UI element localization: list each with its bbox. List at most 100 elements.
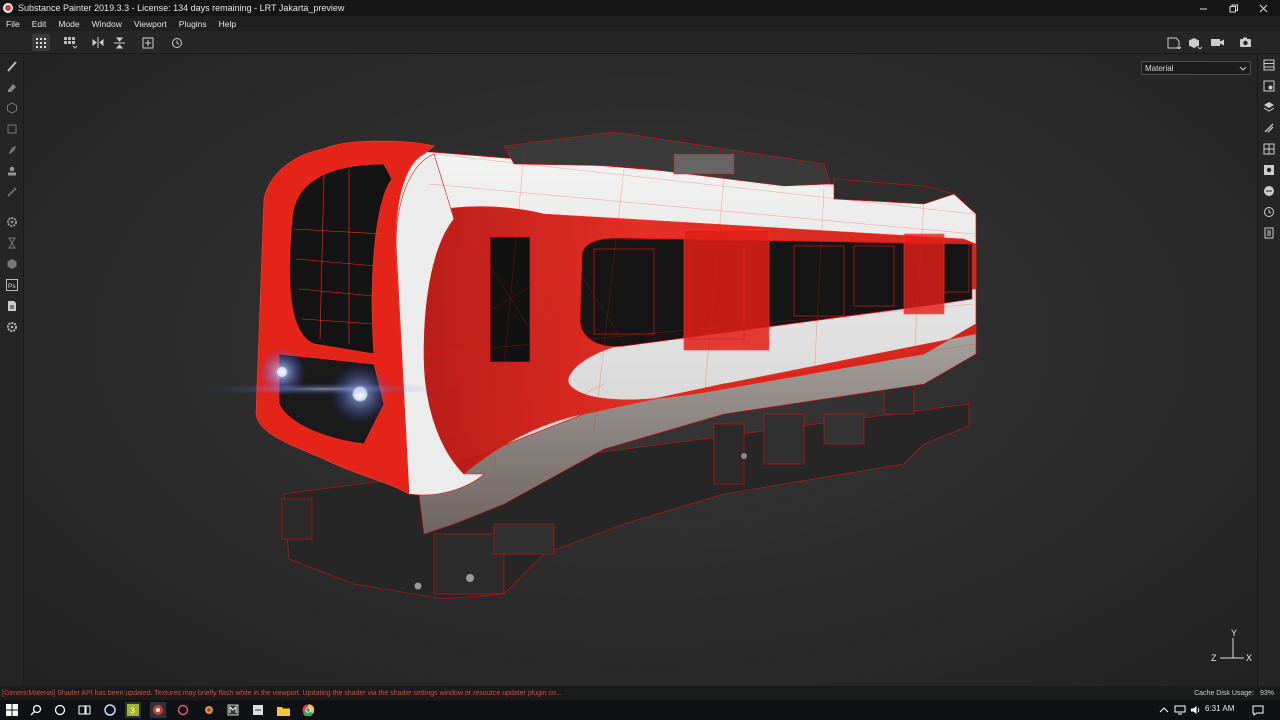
add-frame-icon (142, 37, 154, 48)
display-grid-icon (1263, 143, 1275, 155)
photoshop-export-button[interactable]: Ps (5, 278, 19, 292)
projection-tool[interactable] (5, 101, 19, 115)
smudge-icon (9, 146, 16, 154)
restore-button[interactable] (1218, 0, 1248, 16)
tray-volume[interactable] (1188, 702, 1204, 718)
history-button[interactable] (168, 34, 186, 51)
texture-set-list-button[interactable] (1262, 58, 1276, 72)
properties-button[interactable] (1262, 121, 1276, 135)
close-button[interactable] (1248, 0, 1278, 16)
chrome-icon (302, 704, 314, 716)
file-explorer-app[interactable] (275, 702, 291, 718)
geometry-mask-icon (7, 124, 17, 134)
viewer-settings-button[interactable] (1262, 163, 1276, 177)
substance-painter-window: Substance Painter 2019.3.3 - License: 13… (0, 0, 1280, 720)
screenshot-icon (1239, 37, 1251, 47)
blender-icon (104, 704, 116, 716)
eraser-tool[interactable] (5, 80, 19, 94)
search-button[interactable] (28, 702, 44, 718)
settings-icon (7, 217, 17, 227)
export-document-button[interactable] (5, 299, 19, 313)
minimize-button[interactable] (1188, 0, 1218, 16)
close-icon (1259, 4, 1267, 12)
polygon-fill-tool[interactable] (5, 257, 19, 271)
export-document-icon (8, 301, 16, 311)
screenshot-button[interactable] (1236, 34, 1254, 51)
eraser-icon (8, 84, 16, 92)
menu-plugins[interactable]: Plugins (173, 19, 213, 29)
blender-alt-app[interactable] (200, 702, 216, 718)
chevron-down-icon (1239, 66, 1247, 71)
shelf-button[interactable] (1262, 184, 1276, 198)
paint-brush-icon (7, 61, 17, 72)
notification-center[interactable] (1250, 702, 1266, 718)
unity-icon (253, 705, 263, 715)
grid-view-button[interactable] (32, 34, 50, 51)
layers-button[interactable] (1262, 100, 1276, 114)
add-frame-button[interactable] (139, 34, 157, 51)
menu-mode[interactable]: Mode (52, 19, 85, 29)
clone-stamp-tool[interactable] (5, 164, 19, 178)
settings-tool[interactable] (5, 215, 19, 229)
substance-painter-app[interactable] (150, 702, 166, 718)
menu-viewport[interactable]: Viewport (128, 19, 173, 29)
3d-viewport[interactable]: Material Y Z X (24, 54, 1257, 686)
chrome-app[interactable] (300, 702, 316, 718)
channel-select[interactable]: Material (1141, 61, 1251, 75)
bake-tool[interactable] (5, 236, 19, 250)
photoshop-export-icon: Ps (6, 279, 18, 291)
display-settings-button[interactable] (1165, 34, 1183, 51)
svg-text:Ps: Ps (8, 283, 16, 290)
clock[interactable]: 6:31 AM (1205, 704, 1234, 713)
chevron-up-icon (1159, 707, 1169, 713)
grid-dropdown-button[interactable] (61, 34, 79, 51)
status-message[interactable]: [GenericMaterial] Shader API has been up… (0, 690, 562, 697)
paint-brush-tool[interactable] (5, 59, 19, 73)
tray-chevron[interactable] (1156, 702, 1172, 718)
menu-file[interactable]: File (0, 19, 26, 29)
material-sphere-icon (1189, 37, 1202, 49)
lrt-train-model[interactable] (24, 54, 1257, 686)
windows-taskbar: 3 6:31 AM (0, 700, 1280, 720)
log-button[interactable] (1262, 226, 1276, 240)
substance-3-app[interactable]: 3 (125, 702, 141, 718)
geometry-mask-tool[interactable] (5, 122, 19, 136)
texture-set-settings-button[interactable] (1262, 79, 1276, 93)
smudge-tool[interactable] (5, 143, 19, 157)
symmetry-y-button[interactable] (110, 34, 128, 51)
color-picker-tool[interactable] (5, 185, 19, 199)
plugin-gear-icon (7, 322, 17, 332)
marmoset-app[interactable] (225, 702, 241, 718)
blender-alt-icon (205, 706, 213, 714)
network-icon (1174, 705, 1186, 715)
unity-app[interactable] (250, 702, 266, 718)
symmetry-y-icon (113, 37, 125, 48)
symmetry-x-button[interactable] (89, 34, 107, 51)
minimize-icon (1199, 8, 1207, 9)
plugin-gear-button[interactable] (5, 320, 19, 334)
menu-help[interactable]: Help (213, 19, 242, 29)
main-toolbar (0, 31, 1280, 54)
right-panel-bar (1257, 54, 1280, 686)
display-grid-button[interactable] (1262, 142, 1276, 156)
lens-flare-streak (204, 383, 444, 395)
history-panel-button[interactable] (1262, 205, 1276, 219)
history-icon (172, 37, 182, 48)
start-button[interactable] (4, 702, 20, 718)
axis-z-label: Z (1211, 653, 1217, 663)
cortana-button[interactable] (52, 702, 68, 718)
task-view-icon (78, 705, 90, 715)
menu-window[interactable]: Window (86, 19, 128, 29)
task-view-button[interactable] (76, 702, 92, 718)
display-settings-icon (1167, 37, 1181, 49)
grid-dropdown-icon (64, 37, 77, 49)
channel-select-value: Material (1145, 63, 1174, 73)
tray-network[interactable] (1172, 702, 1188, 718)
menu-edit[interactable]: Edit (26, 19, 53, 29)
material-sphere-button[interactable] (1186, 34, 1204, 51)
blender-app[interactable] (102, 702, 118, 718)
volume-icon (1191, 706, 1200, 714)
shelf-icon (1264, 186, 1274, 196)
substance-designer-app[interactable] (175, 702, 191, 718)
camera-button[interactable] (1208, 34, 1226, 51)
